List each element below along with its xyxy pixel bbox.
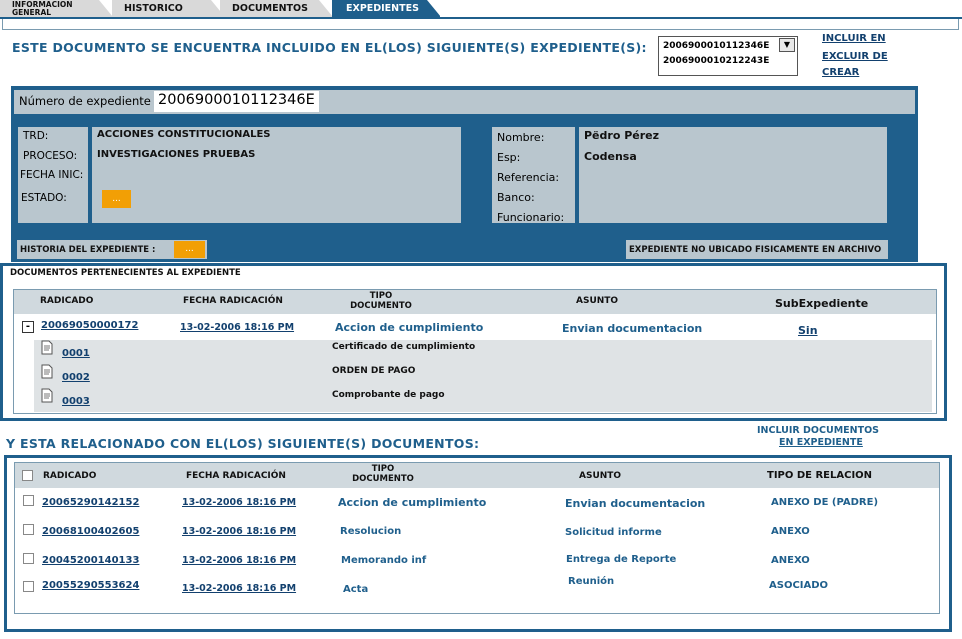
related-tipo: Acta <box>343 584 369 595</box>
referencia-label: Referencia: <box>497 171 560 184</box>
fecha-inic-label: FECHA INIC: <box>20 169 84 181</box>
th-tipo: TIPO DOCUMENTO <box>350 291 412 311</box>
left-values-box <box>92 127 461 223</box>
related-fecha-link[interactable]: 13-02-2006 18:16 PM <box>182 497 296 508</box>
related-fecha-link[interactable]: 13-02-2006 18:16 PM <box>182 526 296 537</box>
nombre-value: Pëdro Pérez <box>584 129 660 142</box>
row-checkbox[interactable] <box>23 553 34 564</box>
anexos-area <box>34 340 932 412</box>
collapse-toggle[interactable]: - <box>22 321 34 333</box>
docs-expediente-title: DOCUMENTOS PERTENECIENTES AL EXPEDIENTE <box>10 268 241 278</box>
expediente-option-1[interactable]: 2006900010112346E <box>663 39 793 54</box>
related-relacion: ASOCIADO <box>769 580 829 591</box>
historia-button[interactable]: ... <box>174 241 205 258</box>
tab-historico[interactable]: HISTORICO <box>112 0 225 17</box>
proceso-value: INVESTIGACIONES PRUEBAS <box>97 149 256 160</box>
anexo-row-2 <box>40 364 54 383</box>
esp-label: Esp: <box>497 151 521 164</box>
related-asunto: Envian documentacion <box>565 497 706 510</box>
tab-documentos[interactable]: DOCUMENTOS <box>220 0 333 17</box>
related-asunto: Entrega de Reporte <box>566 554 677 565</box>
related-asunto: Solicitud informe <box>565 527 662 538</box>
esp-value: Codensa <box>584 150 637 163</box>
incluir-documentos-link[interactable]: INCLUIR DOCUMENTOS <box>757 425 879 436</box>
related-fecha-link[interactable]: 13-02-2006 18:16 PM <box>182 583 296 594</box>
rth-radicado: RADICADO <box>43 471 97 481</box>
en-expediente-link[interactable]: EN EXPEDIENTE <box>779 437 863 448</box>
row-checkbox[interactable] <box>23 524 34 535</box>
estado-label: ESTADO: <box>21 192 67 204</box>
rth-fecha: FECHA RADICACIÓN <box>186 471 286 481</box>
anexo-desc-1: Certificado de cumplimiento <box>332 342 476 352</box>
rth-tipo: TIPO DOCUMENTO <box>352 464 414 484</box>
select-all-checkbox[interactable] <box>22 470 33 481</box>
anexo-num-3[interactable]: 0003 <box>62 396 90 407</box>
no-ubicado-label: EXPEDIENTE NO UBICADO FISICAMENTE EN ARC… <box>629 245 882 255</box>
historia-label: HISTORIA DEL EXPEDIENTE : <box>20 245 156 255</box>
row-checkbox[interactable] <box>23 581 34 592</box>
banco-label: Banco: <box>497 191 535 204</box>
main-fecha-link[interactable]: 13-02-2006 18:16 PM <box>180 322 294 333</box>
estado-button[interactable]: ... <box>102 190 131 208</box>
proceso-label: PROCESO: <box>23 150 78 162</box>
expediente-select[interactable]: 2006900010112346E 2006900010212243E <box>658 36 798 76</box>
anexo-num-1[interactable]: 0001 <box>62 348 90 359</box>
document-icon <box>41 364 53 379</box>
main-radicado-link[interactable]: 20069050000172 <box>41 320 138 331</box>
th-fecha: FECHA RADICACIÓN <box>183 296 283 306</box>
main-sub-link[interactable]: Sin <box>798 324 818 337</box>
anexo-num-2[interactable]: 0002 <box>62 372 90 383</box>
expediente-number-label: Número de expediente <box>19 94 151 108</box>
rth-tipo-relacion: TIPO DE RELACION <box>767 470 873 481</box>
anexo-desc-3: Comprobante de pago <box>332 390 445 400</box>
tab-content-frame <box>2 19 959 30</box>
main-tipo: Accion de cumplimiento <box>335 321 484 334</box>
incluir-en-link[interactable]: INCLUIR EN <box>822 33 886 44</box>
expediente-option-2[interactable]: 2006900010212243E <box>663 54 793 69</box>
th-radicado: RADICADO <box>40 296 94 306</box>
related-radicado-link[interactable]: 20065290142152 <box>42 497 139 508</box>
tab-expedientes[interactable]: EXPEDIENTES <box>332 0 441 17</box>
related-heading: Y ESTA RELACIONADO CON EL(LOS) SIGUIENTE… <box>6 436 480 451</box>
trd-value: ACCIONES CONSTITUCIONALES <box>97 129 271 140</box>
related-fecha-link[interactable]: 13-02-2006 18:16 PM <box>182 555 296 566</box>
related-relacion: ANEXO <box>771 526 810 537</box>
related-tipo: Resolucion <box>340 526 402 537</box>
document-icon <box>41 340 53 355</box>
anexo-row-3 <box>40 388 54 407</box>
excluir-de-link[interactable]: EXCLUIR DE <box>822 51 888 62</box>
related-radicado-link[interactable]: 20045200140133 <box>42 555 139 566</box>
expediente-number-field[interactable]: 2006900010112346E <box>154 91 319 112</box>
anexo-row-1 <box>40 340 54 359</box>
related-radicado-link[interactable]: 20055290553624 <box>42 580 139 591</box>
nombre-label: Nombre: <box>497 131 545 144</box>
crear-link[interactable]: CREAR <box>822 67 859 78</box>
related-tipo: Accion de cumplimiento <box>338 496 487 509</box>
related-relacion: ANEXO DE (PADRE) <box>771 497 879 508</box>
trd-label: TRD: <box>23 130 49 142</box>
document-icon <box>41 388 53 403</box>
related-tipo: Memorando inf <box>341 555 427 566</box>
row-checkbox[interactable] <box>23 495 34 506</box>
included-heading: ESTE DOCUMENTO SE ENCUENTRA INCLUIDO EN … <box>12 40 647 55</box>
related-radicado-link[interactable]: 20068100402605 <box>42 526 139 537</box>
related-asunto: Reunión <box>568 576 615 587</box>
th-asunto: ASUNTO <box>576 296 619 306</box>
select-arrow-icon[interactable]: ▼ <box>779 38 795 52</box>
rth-asunto: ASUNTO <box>579 471 622 481</box>
funcionario-label: Funcionario: <box>497 211 565 224</box>
related-relacion: ANEXO <box>771 555 810 566</box>
main-asunto: Envian documentacion <box>562 322 703 335</box>
th-subexpediente: SubExpediente <box>775 297 869 310</box>
anexo-desc-2: ORDEN DE PAGO <box>332 366 416 376</box>
tab-informacion-general[interactable]: INFORMACION GENERAL <box>0 0 113 17</box>
